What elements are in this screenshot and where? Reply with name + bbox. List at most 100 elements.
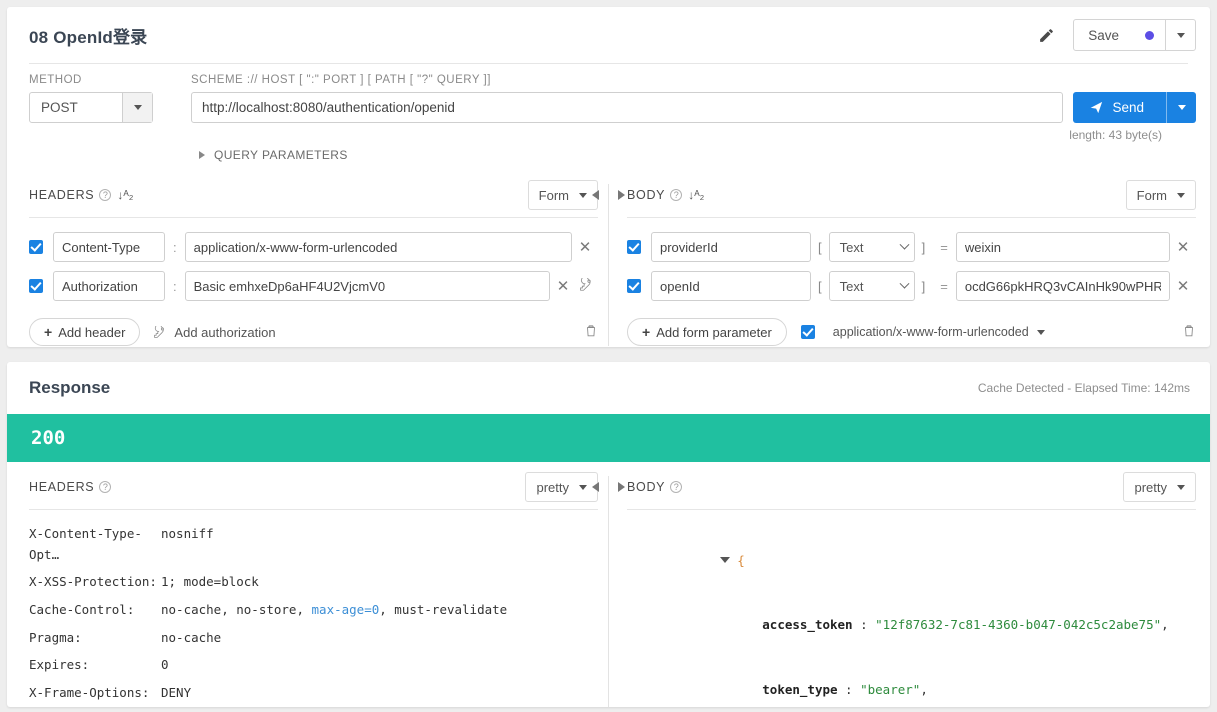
header-name: Expires: — [29, 657, 90, 673]
header-value: no-cache, no-store, max-age=0, must-reva… — [161, 600, 598, 621]
header-value-pre: no-cache, no-store, — [161, 601, 312, 617]
save-dropdown-button[interactable] — [1165, 20, 1195, 50]
help-icon[interactable]: ? — [670, 189, 683, 201]
encoding-enabled-checkbox[interactable] — [800, 325, 815, 339]
json-open-line: { — [645, 528, 1196, 593]
body-view-mode-value: Form — [1136, 187, 1167, 203]
method-select[interactable]: POST — [29, 92, 153, 123]
collapse-right-icon[interactable] — [618, 482, 625, 492]
collapse-left-icon[interactable] — [592, 190, 599, 200]
header-name: X-Frame-Options: — [29, 684, 150, 700]
header-name-input[interactable] — [53, 232, 165, 262]
save-button-group[interactable]: Save — [1073, 19, 1196, 51]
json-comma: , — [1161, 617, 1169, 632]
response-body-view-select[interactable]: pretty — [1123, 472, 1196, 502]
method-value: POST — [41, 100, 78, 115]
headers-pane-header: HEADERS ? ↓ᴬ₂ Form — [29, 180, 598, 218]
clear-headers-icon[interactable] — [584, 323, 598, 341]
send-button-label: Send — [1112, 100, 1144, 115]
url-input[interactable] — [191, 92, 1064, 123]
response-body-pane: BODY ? pretty { access_token : "12f87632… — [609, 472, 1196, 707]
chevron-down-icon — [1176, 32, 1185, 38]
response-body-header: BODY ? pretty — [627, 472, 1196, 510]
chevron-down-icon — [899, 239, 910, 250]
help-icon[interactable]: ? — [99, 189, 112, 201]
collapse-left-icon[interactable] — [592, 482, 599, 492]
param-name-input[interactable] — [651, 271, 811, 301]
remove-header-icon[interactable]: ✕ — [572, 238, 598, 256]
table-row: [ Text ] = ✕ — [627, 232, 1196, 262]
collapse-toggle-icon[interactable] — [720, 556, 731, 563]
request-title-row: 08 OpenId登录 Save — [7, 7, 1210, 63]
param-enabled-checkbox[interactable] — [627, 240, 641, 254]
param-type-value: Text — [839, 278, 864, 294]
remove-param-icon[interactable]: ✕ — [1170, 277, 1196, 295]
response-json-viewer: { access_token : "12f87632-7c81-4360-b04… — [627, 510, 1196, 707]
encoding-label: application/x-www-form-urlencoded — [832, 325, 1029, 339]
remove-header-icon[interactable]: ✕ — [550, 277, 576, 295]
header-enabled-checkbox[interactable] — [29, 240, 43, 254]
colon-separator: : — [173, 278, 177, 294]
header-value-input[interactable] — [184, 232, 572, 262]
help-icon[interactable]: ? — [99, 481, 112, 493]
chevron-right-icon — [199, 151, 205, 159]
param-value-input[interactable] — [955, 271, 1170, 301]
list-item: Pragma: no-cache — [29, 628, 598, 649]
response-title: Response — [29, 378, 111, 397]
sort-alpha-icon[interactable]: ↓ᴬ₂ — [117, 188, 133, 202]
param-name-input[interactable] — [651, 232, 811, 262]
send-button-group[interactable]: Send — [1073, 92, 1196, 123]
table-row: : ✕ — [29, 232, 598, 262]
colon-separator: : — [173, 239, 177, 255]
header-name-input[interactable] — [53, 271, 165, 301]
add-header-button[interactable]: + Add header — [29, 318, 141, 346]
header-enabled-checkbox[interactable] — [29, 279, 43, 293]
response-headers-view-select[interactable]: pretty — [525, 472, 598, 502]
sort-alpha-icon[interactable]: ↓ᴬ₂ — [688, 188, 704, 202]
response-header: Response Cache Detected - Elapsed Time: … — [7, 362, 1210, 414]
query-parameters-toggle[interactable]: QUERY PARAMETERS — [29, 142, 1196, 162]
list-item: X-Frame-Options: DENY — [29, 683, 598, 704]
remove-param-icon[interactable]: ✕ — [1170, 238, 1196, 256]
param-type-select[interactable]: Text — [828, 232, 915, 262]
chevron-down-icon — [1177, 484, 1185, 490]
url-labels: METHOD SCHEME :// HOST [ ":" PORT ] [ PA… — [29, 74, 1196, 86]
clear-body-icon[interactable] — [1182, 323, 1196, 341]
collapse-right-icon[interactable] — [618, 190, 625, 200]
save-button[interactable]: Save — [1074, 20, 1165, 50]
json-key: token_type — [762, 681, 838, 697]
help-icon[interactable]: ? — [670, 481, 683, 493]
json-key: access_token — [762, 617, 853, 632]
url-area: METHOD SCHEME :// HOST [ ":" PORT ] [ PA… — [7, 64, 1210, 162]
json-open-brace: { — [737, 552, 745, 568]
body-view-mode-select[interactable]: Form — [1125, 180, 1196, 210]
body-pane-header: BODY ? ↓ᴬ₂ Form — [627, 180, 1196, 218]
chevron-down-icon[interactable] — [122, 93, 152, 122]
header-value-highlight[interactable]: max-age=0 — [312, 602, 380, 617]
param-value-input[interactable] — [955, 232, 1170, 262]
param-type-select[interactable]: Text — [828, 271, 915, 301]
header-name: Cache-Control: — [29, 601, 135, 617]
header-value: no-cache — [161, 629, 222, 645]
send-button[interactable]: Send — [1073, 92, 1166, 123]
send-dropdown-button[interactable] — [1166, 92, 1196, 123]
status-code: 200 — [31, 427, 66, 449]
chevron-down-icon — [899, 278, 910, 289]
headers-footer: + Add header Add authorization — [29, 310, 598, 346]
pencil-icon[interactable] — [1038, 27, 1055, 44]
headers-view-mode-select[interactable]: Form — [527, 180, 598, 210]
add-authorization-button[interactable]: Add authorization — [154, 325, 276, 340]
json-value: "bearer" — [860, 681, 921, 697]
header-value-input[interactable] — [184, 271, 550, 301]
response-headers-title: HEADERS — [29, 480, 95, 494]
param-enabled-checkbox[interactable] — [627, 279, 641, 293]
request-panel: 08 OpenId登录 Save METHOD SCHEME :// HOST … — [7, 7, 1210, 347]
key-icon[interactable] — [576, 275, 598, 295]
method-label: METHOD — [29, 74, 82, 86]
response-panes: HEADERS ? pretty X-Content-Type-Opt… nos… — [7, 472, 1210, 707]
add-form-parameter-label: Add form parameter — [656, 324, 772, 340]
encoding-select[interactable]: application/x-www-form-urlencoded — [800, 325, 1045, 339]
unsaved-changes-dot — [1145, 30, 1154, 40]
add-form-parameter-button[interactable]: + Add form parameter — [627, 318, 787, 346]
list-item: X-XSS-Protection: 1; mode=block — [29, 572, 598, 593]
